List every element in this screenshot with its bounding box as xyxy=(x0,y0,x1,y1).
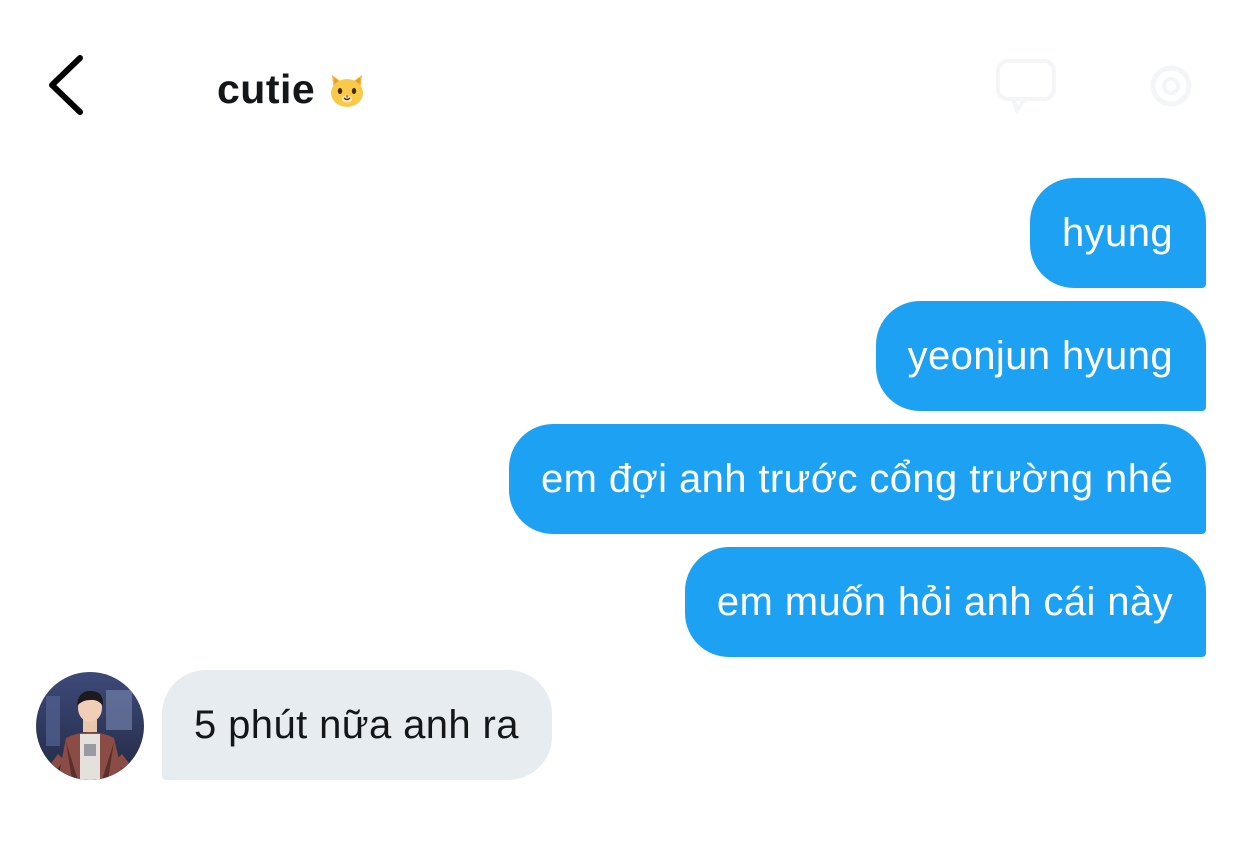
chevron-left-icon xyxy=(49,55,83,115)
message-bubble-outgoing[interactable]: em muốn hỏi anh cái này xyxy=(684,547,1206,657)
chat-icon[interactable] xyxy=(995,58,1057,115)
message-bubble-outgoing[interactable]: hyung xyxy=(1030,178,1206,288)
conversation-title[interactable]: cutie xyxy=(217,66,367,118)
back-button[interactable] xyxy=(40,50,100,120)
message-bubble-incoming[interactable]: 5 phút nữa anh ra xyxy=(162,670,552,780)
message-text: yeonjun hyung xyxy=(907,334,1173,378)
message-bubble-outgoing[interactable]: yeonjun hyung xyxy=(875,301,1206,411)
conversation-title-text: cutie xyxy=(217,66,316,112)
message-bubble-outgoing[interactable]: em đợi anh trước cổng trường nhé xyxy=(509,424,1206,534)
avatar[interactable] xyxy=(36,672,144,780)
settings-icon[interactable] xyxy=(1140,58,1202,114)
message-text: 5 phút nữa anh ra xyxy=(194,703,519,747)
cat-face-emoji-icon xyxy=(327,69,367,118)
conversation-header: cutie xyxy=(0,0,1242,170)
message-text: em muốn hỏi anh cái này xyxy=(716,580,1173,624)
message-text: em đợi anh trước cổng trường nhé xyxy=(541,457,1173,501)
message-text: hyung xyxy=(1062,211,1173,255)
